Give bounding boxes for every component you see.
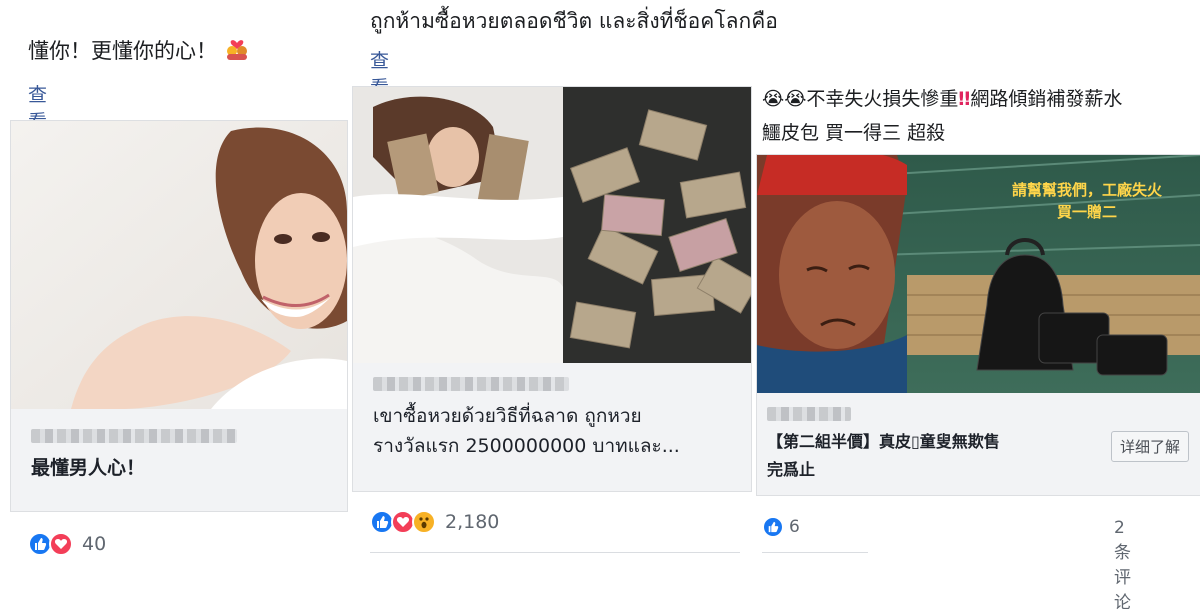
post-caption-line2: 鱷皮包 買一得三 超殺 xyxy=(762,122,946,144)
card-title-line1: เขาซื้อหวยด้วยวิธีที่ฉลาด ถูกหวย xyxy=(373,405,642,427)
crying-face-icon: 😭😭 xyxy=(762,88,807,110)
double-exclamation-icon: ‼ xyxy=(958,88,971,110)
card-footer: เขาซื้อหวยด้วยวิธีที่ฉลาด ถูกหวย รางวัลแ… xyxy=(353,363,751,491)
reactions-bar[interactable]: 6 xyxy=(762,516,800,538)
card-domain xyxy=(373,377,569,391)
card-title: 最懂男人心！ xyxy=(31,457,146,479)
reaction-count: 6 xyxy=(789,517,800,537)
card-domain xyxy=(31,429,237,443)
image-overlay-line2: 買一贈二 xyxy=(1057,203,1117,221)
comment-count-link[interactable]: 2 条评论 xyxy=(1114,518,1131,613)
love-icon xyxy=(49,532,73,556)
divider xyxy=(762,552,868,553)
card-domain xyxy=(767,407,851,421)
card-image xyxy=(353,87,751,363)
reaction-count: 2,180 xyxy=(445,511,500,533)
card-footer: 【第二組半價】真皮▯童叟無欺售 完爲止 详细了解 xyxy=(757,393,1200,495)
link-preview-card[interactable]: 請幫幫我們，工廠失火 買一贈二 【第二組半價】真皮▯童叟無欺售 完爲止 详细了解 xyxy=(756,154,1200,496)
card-image xyxy=(11,121,347,409)
post-caption: ถูกห้ามซื้อหวยตลอดชีวิต และสิ่งที่ช็อคโล… xyxy=(370,9,778,33)
card-title-line1: 【第二組半價】真皮▯童叟無欺售 xyxy=(767,432,1000,451)
learn-more-button[interactable]: 详细了解 xyxy=(1110,431,1189,462)
card-title-line2: 完爲止 xyxy=(767,460,816,479)
card-footer: 最懂男人心！ xyxy=(11,409,347,511)
link-preview-card[interactable]: 最懂男人心！ xyxy=(10,120,348,512)
card-image: 請幫幫我們，工廠失火 買一贈二 xyxy=(757,155,1200,393)
wow-icon xyxy=(412,510,436,534)
image-overlay-line1: 請幫幫我們，工廠失火 xyxy=(1012,181,1163,199)
reactions-bar[interactable]: 2,180 xyxy=(370,510,499,534)
post-caption-line1: 😭😭不幸失火損失慘重‼網路傾銷補發薪水 xyxy=(762,88,1123,110)
divider xyxy=(370,552,740,553)
card-title-line2: รางวัลแรก 2500000000 บาทและ... xyxy=(373,435,680,457)
link-preview-card[interactable]: เขาซื้อหวยด้วยวิธีที่ฉลาด ถูกหวย รางวัลแ… xyxy=(352,86,752,492)
reaction-count: 40 xyxy=(82,533,107,555)
like-icon xyxy=(762,516,784,538)
post-caption: 懂你！更懂你的心！ xyxy=(28,34,250,70)
reactions-bar[interactable]: 40 xyxy=(28,532,106,556)
couple-with-heart-icon xyxy=(224,34,250,70)
